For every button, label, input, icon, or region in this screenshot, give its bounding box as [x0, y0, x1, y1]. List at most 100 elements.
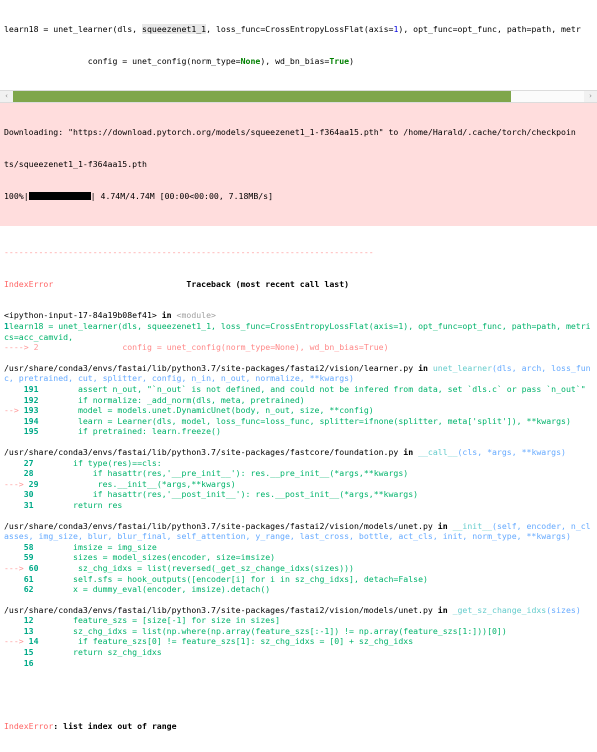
code-line: ---> 29 res.__init__(*args,**kwargs) [4, 479, 593, 490]
code-line-number: 29 [28, 478, 39, 489]
code-line: ---> 60 sz_chg_idxs = list(reversed(_get… [4, 563, 593, 574]
frame-spacer [4, 437, 593, 447]
frame-spacer [4, 595, 593, 605]
current-line-marker [4, 615, 24, 625]
traceback-header-label: Traceback (most recent call last) [186, 278, 350, 289]
progress-bar [28, 191, 91, 200]
code-line-number: 61 [23, 573, 34, 584]
frame-spacer [4, 353, 593, 363]
code-line: 31 return res [4, 500, 593, 511]
current-line-marker [4, 426, 24, 436]
current-line-marker [4, 468, 24, 478]
download-path-line: ts/squeezenet1_1-f364aa15.pth [4, 158, 147, 169]
code-line-number: 194 [23, 415, 39, 426]
frame-in-keyword: in [156, 310, 177, 321]
frame-in-keyword: in [432, 604, 453, 615]
current-line-marker [4, 458, 24, 468]
code-line: 58 imsize = img_size [4, 542, 593, 553]
code-line: --> 193 model = models.unet.DynamicUnet(… [4, 405, 593, 416]
code-line-text: sz_chg_idxs = list(reversed(_get_sz_chan… [38, 562, 354, 573]
progress-stats: | 4.74M/4.74M [00:00<00:00, 7.18MB/s] [90, 190, 274, 201]
code-line-number: 60 [28, 562, 39, 573]
code-line-text: if pretrained: learn.freeze() [38, 426, 221, 437]
current-line-marker [4, 542, 24, 552]
code-line-text: imsize = img_size [33, 541, 157, 552]
frame-in-keyword: in [432, 520, 453, 531]
frame-function-name: unet_learner [432, 362, 493, 373]
input-code-line-1: learn18 = unet_learner(dls, squeezenet1_… [4, 24, 593, 35]
code-line-text: self.sfs = hook_outputs([encoder[i] for … [33, 573, 428, 584]
scroll-left-arrow-icon[interactable]: ‹ [0, 90, 13, 102]
current-line-marker [4, 658, 24, 668]
code-line-number: 13 [23, 625, 34, 636]
horizontal-scrollbar[interactable]: ‹ › [0, 89, 597, 103]
current-line-marker: ----> [4, 342, 34, 353]
frame-function-name: __init__ [452, 520, 493, 531]
scroll-right-arrow-icon[interactable]: › [584, 90, 597, 102]
final-error-name: IndexError [4, 720, 54, 731]
frame-file-path: /usr/share/conda3/envs/fastai/lib/python… [4, 604, 433, 615]
traceback-frames: <ipython-input-17-84a19b08ef41> in <modu… [4, 310, 593, 668]
traceback-frame: /usr/share/conda3/envs/fastai/lib/python… [4, 595, 593, 669]
input-line2-prefix: config = unet_config(norm_type= [4, 55, 241, 66]
code-line: 194 learn = Learner(dls, model, loss_fun… [4, 416, 593, 427]
code-line-text: config = unet_config(norm_type=None), wd… [38, 342, 389, 353]
code-line-number: 12 [23, 615, 34, 626]
scrollbar-track[interactable] [13, 90, 584, 102]
code-line-text: model = models.unet.DynamicUnet(body, n_… [38, 405, 374, 416]
code-line-number: 193 [23, 405, 39, 416]
code-line-number: 191 [23, 384, 39, 394]
download-url-line: Downloading: "https://download.pytorch.o… [4, 126, 576, 137]
code-line-text: if normalize: _add_norm(dls, meta, pretr… [38, 394, 305, 405]
current-line-marker [4, 552, 24, 562]
code-line: 28 if hasattr(res,'__pre_init__'): res._… [4, 468, 593, 479]
code-line-number: 59 [23, 552, 34, 563]
code-line-number: 62 [23, 584, 34, 595]
code-line: 1learn18 = unet_learner(dls, squeezenet1… [4, 321, 593, 342]
code-line: ----> 2 config = unet_config(norm_type=N… [4, 342, 593, 353]
code-line: 191 assert n_out, "`n_out` is not define… [4, 384, 593, 395]
traceback-error-name: IndexError [4, 278, 54, 289]
code-line: 59 sizes = model_sizes(encoder, size=ims… [4, 552, 593, 563]
code-line-text: return res [33, 499, 123, 510]
current-line-marker [4, 574, 24, 584]
code-line-text: return sz_chg_idxs [33, 647, 162, 658]
code-line: 61 self.sfs = hook_outputs([encoder[i] f… [4, 574, 593, 585]
current-line-marker [4, 584, 24, 594]
code-line: ---> 14 if feature_szs[0] != feature_szs… [4, 636, 593, 647]
frame-header: /usr/share/conda3/envs/fastai/lib/python… [4, 363, 593, 384]
code-line-number: 28 [23, 468, 34, 479]
traceback-divider: ----------------------------------------… [4, 247, 374, 258]
current-line-marker [4, 395, 24, 405]
current-line-marker [4, 489, 24, 499]
traceback-frame: /usr/share/conda3/envs/fastai/lib/python… [4, 511, 593, 595]
scrollbar-thumb[interactable] [13, 90, 511, 102]
final-error-line: IndexError: list index out of range [4, 721, 593, 732]
code-line-text: learn18 = unet_learner(dls, squeezenet1_… [4, 321, 591, 342]
frame-file-path: /usr/share/conda3/envs/fastai/lib/python… [4, 362, 414, 373]
code-line-text: if feature_szs[0] != feature_szs[1]: sz_… [38, 636, 414, 647]
traceback-block: ----------------------------------------… [0, 226, 597, 752]
header-padding [53, 279, 186, 289]
current-line-marker [4, 500, 24, 510]
frame-spacer [4, 511, 593, 521]
code-line-number: 58 [23, 541, 34, 552]
input-line2-tail: ) [349, 55, 354, 66]
code-line: 27 if type(res)==cls: [4, 458, 593, 469]
traceback-frame: /usr/share/conda3/envs/fastai/lib/python… [4, 437, 593, 511]
code-line-number: 15 [23, 647, 34, 658]
frame-header: /usr/share/conda3/envs/fastai/lib/python… [4, 605, 593, 616]
input-line1-prefix: learn18 = unet_learner(dls, [4, 24, 143, 35]
frame-in-keyword: in [398, 446, 419, 457]
frame-scope: <module> [176, 310, 216, 321]
frame-function-name: __call__ [418, 446, 458, 457]
current-line-marker [4, 626, 24, 636]
current-line-marker: ---> [4, 562, 29, 573]
code-line-text: sz_chg_idxs = list(np.where(np.array(fea… [33, 625, 507, 636]
highlighted-model-name: squeezenet1_1 [142, 24, 207, 35]
code-line: 192 if normalize: _add_norm(dls, meta, p… [4, 395, 593, 406]
code-line: 62 x = dummy_eval(encoder, imsize).detac… [4, 584, 593, 595]
current-line-marker [4, 416, 24, 426]
code-line-text: feature_szs = [size[-1] for size in size… [33, 615, 281, 626]
